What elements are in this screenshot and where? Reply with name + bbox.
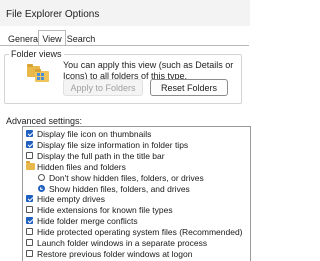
advanced-setting-row[interactable]: Hide extensions for known file types — [23, 205, 250, 215]
advanced-setting-label: Restore previous folder windows at logon — [37, 249, 192, 259]
advanced-setting-label: Launch folder windows in a separate proc… — [37, 238, 207, 248]
checkbox-unchecked[interactable] — [26, 250, 33, 257]
advanced-setting-row[interactable]: Hide folder merge conflicts — [23, 216, 250, 226]
advanced-setting-row[interactable]: Display the full path in the title bar — [23, 151, 250, 161]
advanced-setting-row[interactable]: Show hidden files, folders, and drives — [23, 184, 250, 194]
reset-folders-button[interactable]: Reset Folders — [150, 79, 228, 96]
advanced-setting-label: Hide folder merge conflicts — [37, 216, 138, 226]
advanced-setting-label: Display the full path in the title bar — [37, 151, 165, 161]
checkbox-checked[interactable] — [26, 141, 33, 148]
advanced-setting-row: Hidden files and folders — [23, 162, 250, 172]
checkbox-unchecked[interactable] — [26, 239, 33, 246]
checkbox-checked[interactable] — [26, 130, 33, 137]
advanced-setting-row[interactable]: Restore previous folder windows at logon — [23, 249, 250, 259]
advanced-setting-row[interactable]: Display file icon on thumbnails — [23, 129, 250, 139]
advanced-setting-label: Hide protected operating system files (R… — [37, 227, 243, 237]
checkbox-unchecked[interactable] — [26, 152, 33, 159]
advanced-setting-label: Hide empty drives — [37, 194, 105, 204]
title-bar: File Explorer Options — [0, 0, 250, 26]
radio-selected[interactable] — [38, 185, 45, 192]
advanced-setting-label: Hidden files and folders — [37, 162, 126, 172]
folder-views-icon — [27, 64, 49, 82]
advanced-setting-row[interactable]: Hide empty drives — [23, 194, 250, 204]
advanced-setting-label: Don't show hidden files, folders, or dri… — [49, 173, 204, 183]
advanced-setting-row[interactable]: Launch folder windows in a separate proc… — [23, 238, 250, 248]
advanced-settings-label: Advanced settings: — [6, 116, 82, 126]
advanced-setting-row[interactable]: Don't show hidden files, folders, or dri… — [23, 173, 250, 183]
tab-search[interactable]: Search — [66, 32, 96, 46]
advanced-setting-row[interactable]: Hide protected operating system files (R… — [23, 227, 250, 237]
window-title: File Explorer Options — [6, 9, 99, 20]
checkbox-checked[interactable] — [26, 195, 33, 202]
advanced-settings-list[interactable]: Display file icon on thumbnailsDisplay f… — [22, 126, 251, 261]
apply-to-folders-button[interactable]: Apply to Folders — [63, 79, 143, 96]
tab-general[interactable]: General — [8, 32, 38, 46]
advanced-setting-label: Display file size information in folder … — [37, 140, 188, 150]
folder-views-label: Folder views — [9, 49, 64, 59]
tab-strip: General View Search — [0, 30, 250, 46]
radio-unselected[interactable] — [38, 174, 45, 181]
advanced-setting-label: Show hidden files, folders, and drives — [49, 184, 190, 194]
checkbox-unchecked[interactable] — [26, 206, 33, 213]
folder-icon — [26, 163, 35, 170]
checkbox-checked[interactable] — [26, 217, 33, 224]
advanced-setting-label: Display file icon on thumbnails — [37, 129, 151, 139]
advanced-setting-label: Hide extensions for known file types — [37, 205, 173, 215]
checkbox-unchecked[interactable] — [26, 228, 33, 235]
advanced-setting-row[interactable]: Display file size information in folder … — [23, 140, 250, 150]
